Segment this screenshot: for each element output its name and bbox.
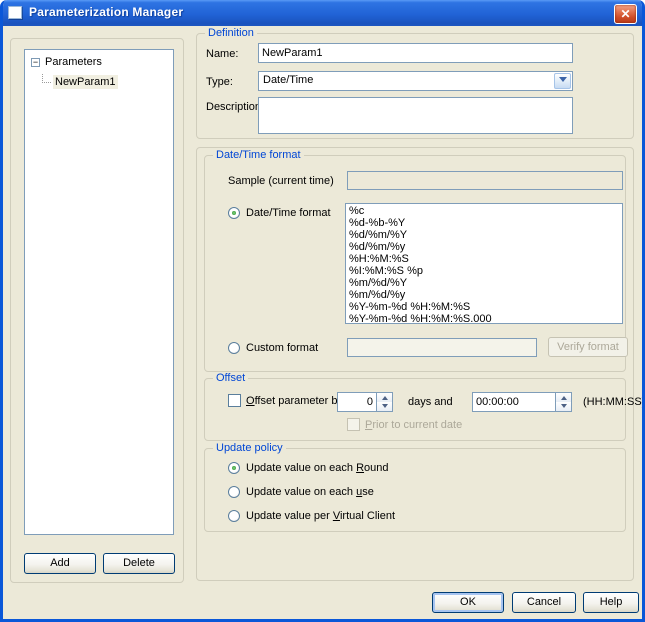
prior-to-current-date-checkbox (347, 418, 360, 431)
type-label: Type: (206, 76, 233, 88)
update-each-round-radio[interactable] (228, 462, 240, 474)
format-list-item[interactable]: %Y-%m-%d %H:%M:%S (349, 301, 622, 313)
days-spinner[interactable]: 0 (337, 392, 393, 412)
time-spin-buttons (555, 393, 571, 411)
option-mnemonic: R (356, 462, 365, 474)
sample-field (347, 171, 623, 190)
prior-to-current-date-label: Prior to current date (365, 419, 462, 431)
days-and-label: days and (408, 396, 453, 408)
custom-format-radio-label[interactable]: Custom format (246, 342, 318, 354)
spin-up-icon[interactable] (377, 393, 392, 402)
update-per-virtual-client-radio[interactable] (228, 510, 240, 522)
time-format-hint: (HH:MM:SS) (583, 396, 645, 408)
offset-group-title: Offset (213, 372, 249, 384)
format-list-item[interactable]: %m/%d/%y (349, 289, 622, 301)
verify-format-button: Verify format (548, 337, 628, 357)
option-text: Update value on each (246, 462, 357, 474)
datetime-format-radio[interactable] (228, 207, 240, 219)
type-selected-value: Date/Time (263, 74, 314, 86)
cancel-button[interactable]: Cancel (512, 592, 576, 613)
definition-group-title: Definition (205, 27, 257, 39)
type-dropdown[interactable]: Date/Time (258, 71, 573, 91)
format-list-item[interactable]: %d/%m/%Y (349, 229, 622, 241)
update-each-round-label[interactable]: Update value on each Round (246, 462, 389, 474)
datetime-format-group-title: Date/Time format (213, 149, 304, 161)
tree-item-newparam1[interactable]: NewParam1 (25, 73, 173, 90)
title-bar[interactable]: Parameterization Manager ✕ (3, 0, 642, 26)
spin-down-icon[interactable] (377, 402, 392, 411)
parameterization-manager-dialog: Parameterization Manager ✕ − Parameters … (0, 0, 645, 622)
format-list[interactable]: %c %d-%b-%Y %d/%m/%Y %d/%m/%y %H:%M:%S %… (345, 203, 623, 324)
prior-label-rest: rior to current date (372, 419, 463, 431)
window-title: Parameterization Manager (29, 5, 184, 19)
app-icon (8, 6, 22, 19)
option-text: irtual Client (339, 510, 396, 522)
chevron-down-icon[interactable] (554, 73, 571, 89)
format-list-item[interactable]: %d-%b-%Y (349, 217, 622, 229)
option-text: ound (364, 462, 389, 474)
format-list-item[interactable]: %I:%M:%S %p (349, 265, 622, 277)
format-list-item[interactable]: %d/%m/%y (349, 241, 622, 253)
spin-up-icon[interactable] (556, 393, 571, 402)
spin-down-icon[interactable] (556, 402, 571, 411)
format-list-item[interactable]: %Y-%m-%d %H:%M:%S.000 (349, 313, 622, 323)
description-label: Description (206, 101, 262, 113)
tree-root-label[interactable]: Parameters (45, 56, 102, 68)
datetime-format-radio-label[interactable]: Date/Time format (246, 207, 331, 219)
description-textarea[interactable] (258, 97, 573, 134)
format-list-item[interactable]: %c (349, 205, 622, 217)
dialog-body: − Parameters NewParam1 Add Delete Defini… (3, 26, 642, 619)
help-button[interactable]: Help (583, 592, 639, 613)
offset-label-rest: ffset parameter by (254, 395, 344, 407)
tree-selected-item[interactable]: NewParam1 (53, 75, 118, 89)
format-list-item[interactable]: %H:%M:%S (349, 253, 622, 265)
update-policy-group-title: Update policy (213, 442, 286, 454)
offset-parameter-checkbox[interactable] (228, 394, 241, 407)
custom-format-field (347, 338, 537, 357)
sample-label: Sample (current time) (228, 175, 334, 187)
option-text: se (362, 486, 374, 498)
add-button[interactable]: Add (24, 553, 96, 574)
tree-item-parameters[interactable]: − Parameters (25, 54, 173, 70)
parameter-tree[interactable]: − Parameters NewParam1 (24, 49, 174, 535)
offset-parameter-label[interactable]: Offset parameter by (246, 395, 343, 407)
close-icon[interactable]: ✕ (614, 4, 637, 24)
update-each-use-label[interactable]: Update value on each use (246, 486, 374, 498)
custom-format-radio[interactable] (228, 342, 240, 354)
time-spinner[interactable]: 00:00:00 (472, 392, 572, 412)
update-per-virtual-client-label[interactable]: Update value per Virtual Client (246, 510, 395, 522)
offset-mnemonic: O (246, 395, 255, 407)
delete-button[interactable]: Delete (103, 553, 175, 574)
update-each-use-radio[interactable] (228, 486, 240, 498)
name-input[interactable] (258, 43, 573, 63)
option-text: Update value on each (246, 486, 357, 498)
ok-button[interactable]: OK (432, 592, 504, 613)
name-label: Name: (206, 48, 239, 60)
days-value[interactable]: 0 (341, 396, 373, 408)
option-text: Update value per (246, 510, 333, 522)
format-list-item[interactable]: %m/%d/%Y (349, 277, 622, 289)
time-value[interactable]: 00:00:00 (476, 396, 552, 408)
days-spin-buttons (376, 393, 392, 411)
option-mnemonic: V (332, 510, 340, 522)
collapse-icon[interactable]: − (31, 57, 40, 67)
tree-connector (42, 73, 51, 83)
